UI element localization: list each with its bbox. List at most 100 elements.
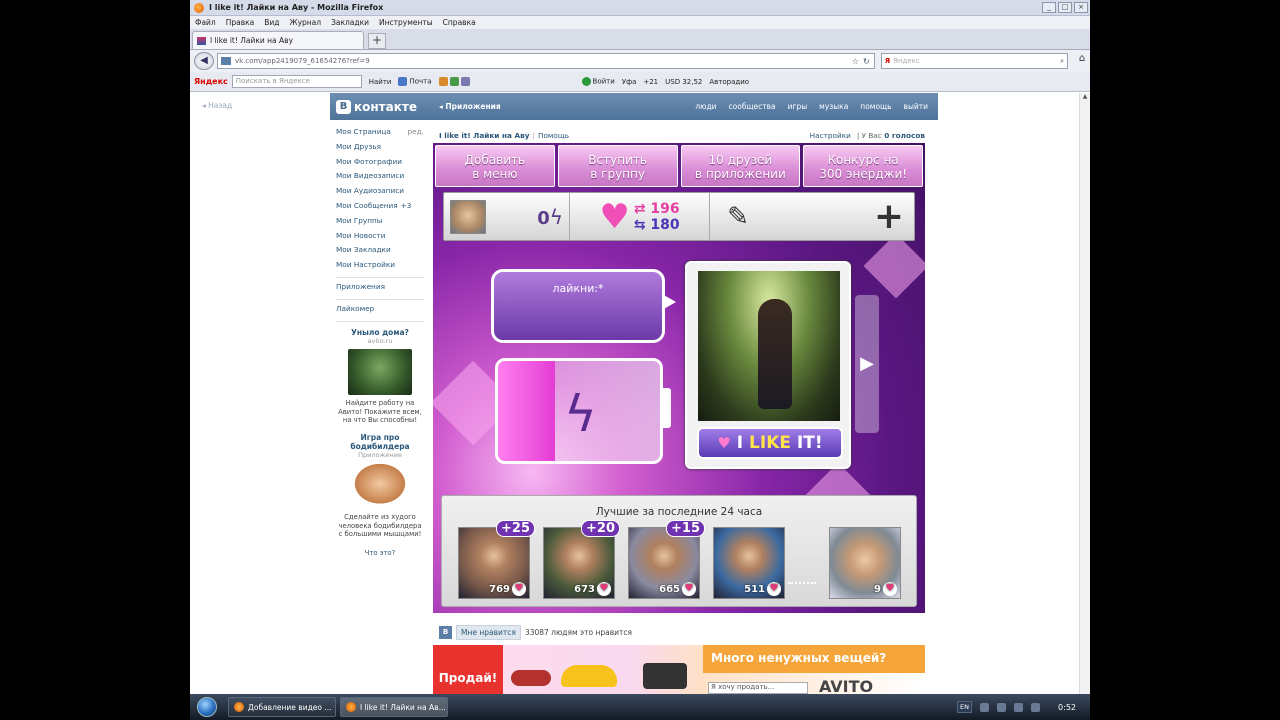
user-avatar[interactable]	[450, 199, 486, 234]
close-button[interactable]: ×	[1074, 2, 1088, 13]
battery-cap	[663, 388, 671, 428]
reload-icon[interactable]: ↻	[863, 57, 870, 66]
button-line: Добавить	[464, 153, 526, 167]
sidebar-item-friends[interactable]: Мои Друзья	[336, 140, 434, 155]
add-cell[interactable]: +	[766, 193, 914, 240]
vk-nav-people[interactable]: люди	[695, 102, 716, 111]
tray-icon[interactable]	[1014, 702, 1024, 712]
page-scrollbar[interactable]: ▲	[1079, 93, 1090, 694]
vk-section[interactable]: ◂ Приложения	[439, 102, 501, 111]
vk-nav-communities[interactable]: сообщества	[729, 102, 776, 111]
yandex-login[interactable]: Войти	[581, 77, 615, 86]
menu-tools[interactable]: Инструменты	[379, 18, 433, 27]
scroll-up-icon[interactable]: ▲	[1080, 93, 1090, 104]
yandex-find-button[interactable]: Найти	[369, 78, 392, 86]
i-like-it-button[interactable]: ♥ I LIKE IT!	[697, 427, 843, 459]
start-button[interactable]	[190, 694, 224, 720]
back-button[interactable]: ◀	[194, 52, 214, 70]
best-user-thumb[interactable]: +20 673 ♥	[543, 520, 620, 599]
profile-photo[interactable]	[698, 271, 840, 421]
tray-icon[interactable]	[997, 702, 1007, 712]
app-settings-link[interactable]: Настройки	[810, 131, 851, 140]
vk-nav-music[interactable]: музыка	[819, 102, 848, 111]
heart-icon: ♥	[597, 582, 611, 596]
menu-view[interactable]: Вид	[264, 18, 279, 27]
join-group-button[interactable]: Вступить в группу	[557, 145, 678, 187]
tab-active[interactable]: I like it! Лайки на Аву	[192, 31, 364, 49]
language-indicator[interactable]: EN	[957, 701, 973, 713]
sidebar-item-messages[interactable]: Мои Сообщения +3	[336, 199, 434, 214]
clock[interactable]: 0:52	[1058, 703, 1076, 712]
app-help-link[interactable]: Помощь	[538, 131, 569, 140]
search-box[interactable]: Я Яндекс ⌕	[880, 53, 1069, 69]
vk-nav-games[interactable]: игры	[788, 102, 808, 111]
maximize-button[interactable]: □	[1058, 2, 1072, 13]
system-tray: EN 0:52	[957, 701, 1090, 713]
back-link[interactable]: ◂ Назад	[202, 101, 232, 110]
menu-help[interactable]: Справка	[443, 18, 476, 27]
sidebar-item-label: Мои Новости	[336, 230, 386, 240]
bookmarks-tools[interactable]	[438, 77, 472, 86]
ad-text: Сделайте из худого человека бодибилдера …	[338, 513, 422, 539]
sidebar-item-likomer[interactable]: Лайкомер	[336, 302, 434, 317]
menu-edit[interactable]: Правка	[226, 18, 255, 27]
app-name[interactable]: I like it! Лайки на Аву	[439, 131, 530, 140]
best-user-thumb[interactable]: +25 769 ♥	[458, 520, 535, 599]
ad-avito[interactable]: Уныло дома? avito.ru Найдите работу на А…	[336, 328, 424, 425]
sidebar-item-videos[interactable]: Мои Видеозаписи	[336, 169, 434, 184]
invite-friends-button[interactable]: 10 друзей в приложении	[680, 145, 801, 187]
ad-bodybuilder-game[interactable]: Игра про бодибилдера Приложение Сделайте…	[336, 433, 424, 539]
vk-logo[interactable]: В контакте	[336, 99, 417, 114]
sidebar-item-bookmarks[interactable]: Мои Закладки	[336, 243, 434, 258]
address-bar[interactable]: vk.com/app2419079_61654276?ref=9 ☆ ↻	[216, 53, 875, 69]
home-icon[interactable]: ⌂	[1074, 53, 1090, 69]
app-header: I like it! Лайки на Аву | Помощь Настрой…	[439, 129, 925, 141]
sidebar-item-my-page[interactable]: Моя Страница ред.	[336, 125, 434, 140]
contest-button[interactable]: Конкурс на 300 энерджи!	[803, 145, 923, 187]
sidebar-item-news[interactable]: Мои Новости	[336, 229, 434, 244]
minimize-button[interactable]: _	[1042, 2, 1056, 13]
vk-nav-logout[interactable]: выйти	[904, 102, 928, 111]
edit-cell[interactable]: ✎	[710, 193, 766, 240]
magnifier-icon[interactable]: ⌕	[1060, 57, 1067, 66]
menu-bookmarks[interactable]: Закладки	[331, 18, 369, 27]
weather-temp[interactable]: +21	[643, 78, 658, 86]
best-user-thumb[interactable]: 511 ♥	[713, 527, 785, 599]
ads-what-is-this-link[interactable]: Что это?	[336, 549, 424, 557]
decor-heart	[863, 233, 925, 299]
votes-count[interactable]: 0 голосов	[884, 131, 925, 140]
menu-history[interactable]: Журнал	[290, 18, 322, 27]
avito-banner[interactable]: Продай! Много ненужных вещей? Я хочу про…	[433, 645, 925, 694]
new-tab-button[interactable]: +	[368, 33, 386, 49]
vk-nav-help[interactable]: помощь	[860, 102, 891, 111]
sidebar-item-photos[interactable]: Мои Фотографии	[336, 155, 434, 170]
edit-link[interactable]: ред.	[408, 125, 435, 140]
like-button[interactable]: Мне нравится	[456, 624, 521, 640]
ad-title: Игра про бодибилдера	[350, 432, 410, 451]
radio-widget[interactable]: Авторадио	[709, 78, 749, 86]
likes-given: ⇄ 196	[633, 200, 680, 217]
sidebar-item-apps[interactable]: Приложения	[336, 280, 434, 295]
likes-received-value: 180	[650, 216, 680, 233]
tray-icon[interactable]	[980, 702, 990, 712]
yandex-mail[interactable]: Почта	[398, 77, 432, 86]
like-count-text: 33087 людям это нравится	[524, 627, 633, 637]
menu-file[interactable]: Файл	[195, 18, 216, 27]
yandex-search-input[interactable]: Поискать в Яндексе	[231, 75, 362, 88]
button-line: 300 энерджи!	[819, 167, 908, 181]
next-photo-arrow[interactable]: ▶	[855, 295, 879, 433]
like-count-value: 665	[659, 583, 680, 595]
weather-city[interactable]: Уфа	[622, 78, 637, 86]
sidebar-item-audio[interactable]: Мои Аудиозаписи	[336, 184, 434, 199]
currency-usd[interactable]: USD 32,52	[665, 78, 702, 86]
self-thumb[interactable]: 9 ♥	[829, 527, 901, 599]
yandex-logo[interactable]: Яндекс	[194, 77, 228, 86]
sidebar-item-settings[interactable]: Мои Настройки	[336, 258, 434, 273]
best-user-thumb[interactable]: +15 665 ♥	[628, 520, 705, 599]
add-to-menu-button[interactable]: Добавить в меню	[435, 145, 555, 187]
task-button-active[interactable]: I like it! Лайки на Ав...	[340, 697, 448, 717]
task-button[interactable]: Добавление видео ...	[228, 697, 336, 717]
volume-icon[interactable]	[1031, 702, 1041, 712]
sidebar-item-groups[interactable]: Мои Группы	[336, 214, 434, 229]
bookmark-star-icon[interactable]: ☆	[852, 57, 859, 66]
